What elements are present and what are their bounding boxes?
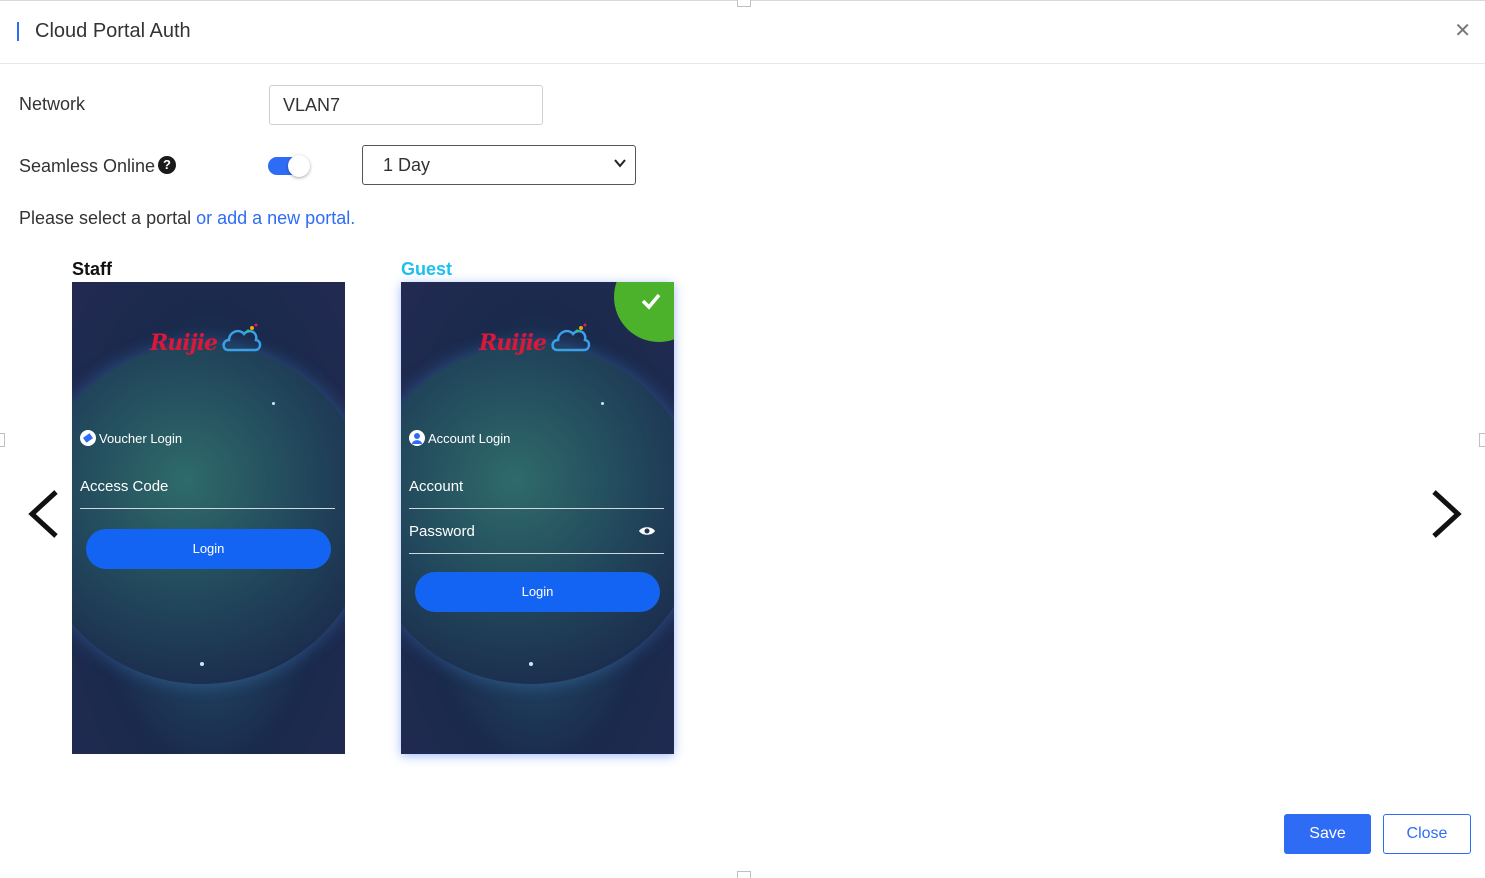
- network-label: Network: [19, 94, 86, 114]
- globe-background: [72, 344, 345, 684]
- title-accent-bar: [17, 22, 19, 41]
- login-type-label: Account Login: [428, 430, 511, 446]
- voucher-icon: [80, 430, 96, 446]
- access-code-field: Access Code: [80, 478, 335, 509]
- star-dot: [200, 662, 204, 666]
- password-label: Password: [409, 523, 475, 540]
- portal-prompt-text: Please select a portal: [19, 208, 197, 228]
- cloud-logo-icon: [551, 323, 591, 352]
- dialog-title: Cloud Portal Auth: [35, 20, 191, 42]
- star-dot: [601, 402, 604, 405]
- resize-handle-left[interactable]: [0, 433, 5, 447]
- login-type-voucher: Voucher Login: [80, 430, 182, 446]
- cloud-logo-icon: [222, 323, 262, 352]
- close-icon[interactable]: ✕: [1454, 21, 1471, 41]
- account-label: Account: [409, 478, 464, 495]
- portal-prompt: Please select a portal or add a new port…: [19, 208, 355, 229]
- account-field: Account: [409, 478, 664, 509]
- duration-select[interactable]: 1 Day: [362, 145, 636, 185]
- portal-card-guest[interactable]: Ruijie Account Login Account Password Lo…: [401, 282, 674, 754]
- star-dot: [529, 662, 533, 666]
- help-icon[interactable]: ?: [158, 156, 176, 174]
- login-type-account: Account Login: [409, 430, 510, 446]
- password-field: Password: [409, 523, 664, 554]
- resize-handle-right[interactable]: [1479, 433, 1485, 447]
- toggle-knob: [288, 155, 310, 177]
- save-button[interactable]: Save: [1284, 814, 1371, 854]
- ruijie-logo: Ruijie: [150, 330, 218, 356]
- network-input[interactable]: [269, 85, 543, 125]
- portal-title-guest: Guest: [401, 259, 453, 279]
- close-button[interactable]: Close: [1383, 814, 1471, 854]
- cloud-portal-auth-dialog: Cloud Portal Auth ✕ Network Seamless Onl…: [0, 0, 1485, 878]
- eye-icon: [639, 527, 655, 535]
- seamless-online-label: Seamless Online: [19, 156, 156, 176]
- check-icon: [641, 293, 661, 310]
- chevron-left-icon[interactable]: [24, 486, 64, 542]
- globe-background: [401, 344, 674, 684]
- portal-card-staff[interactable]: Ruijie Voucher Login Access Code Login: [72, 282, 345, 754]
- seamless-online-toggle[interactable]: [268, 155, 310, 177]
- add-portal-link[interactable]: or add a new portal.: [196, 208, 355, 228]
- star-dot: [272, 402, 275, 405]
- guest-login-button: Login: [415, 572, 660, 612]
- duration-select-value: 1 Day: [383, 155, 431, 175]
- dialog-header: Cloud Portal Auth ✕: [0, 1, 1485, 64]
- user-icon: [409, 430, 425, 446]
- ruijie-logo: Ruijie: [479, 330, 547, 356]
- staff-login-button: Login: [86, 529, 331, 569]
- login-type-label: Voucher Login: [99, 430, 183, 446]
- chevron-down-icon: [614, 159, 626, 168]
- access-code-label: Access Code: [80, 478, 169, 495]
- chevron-right-icon[interactable]: [1426, 486, 1466, 542]
- resize-handle-bottom[interactable]: [737, 871, 751, 878]
- portal-title-staff: Staff: [72, 259, 112, 279]
